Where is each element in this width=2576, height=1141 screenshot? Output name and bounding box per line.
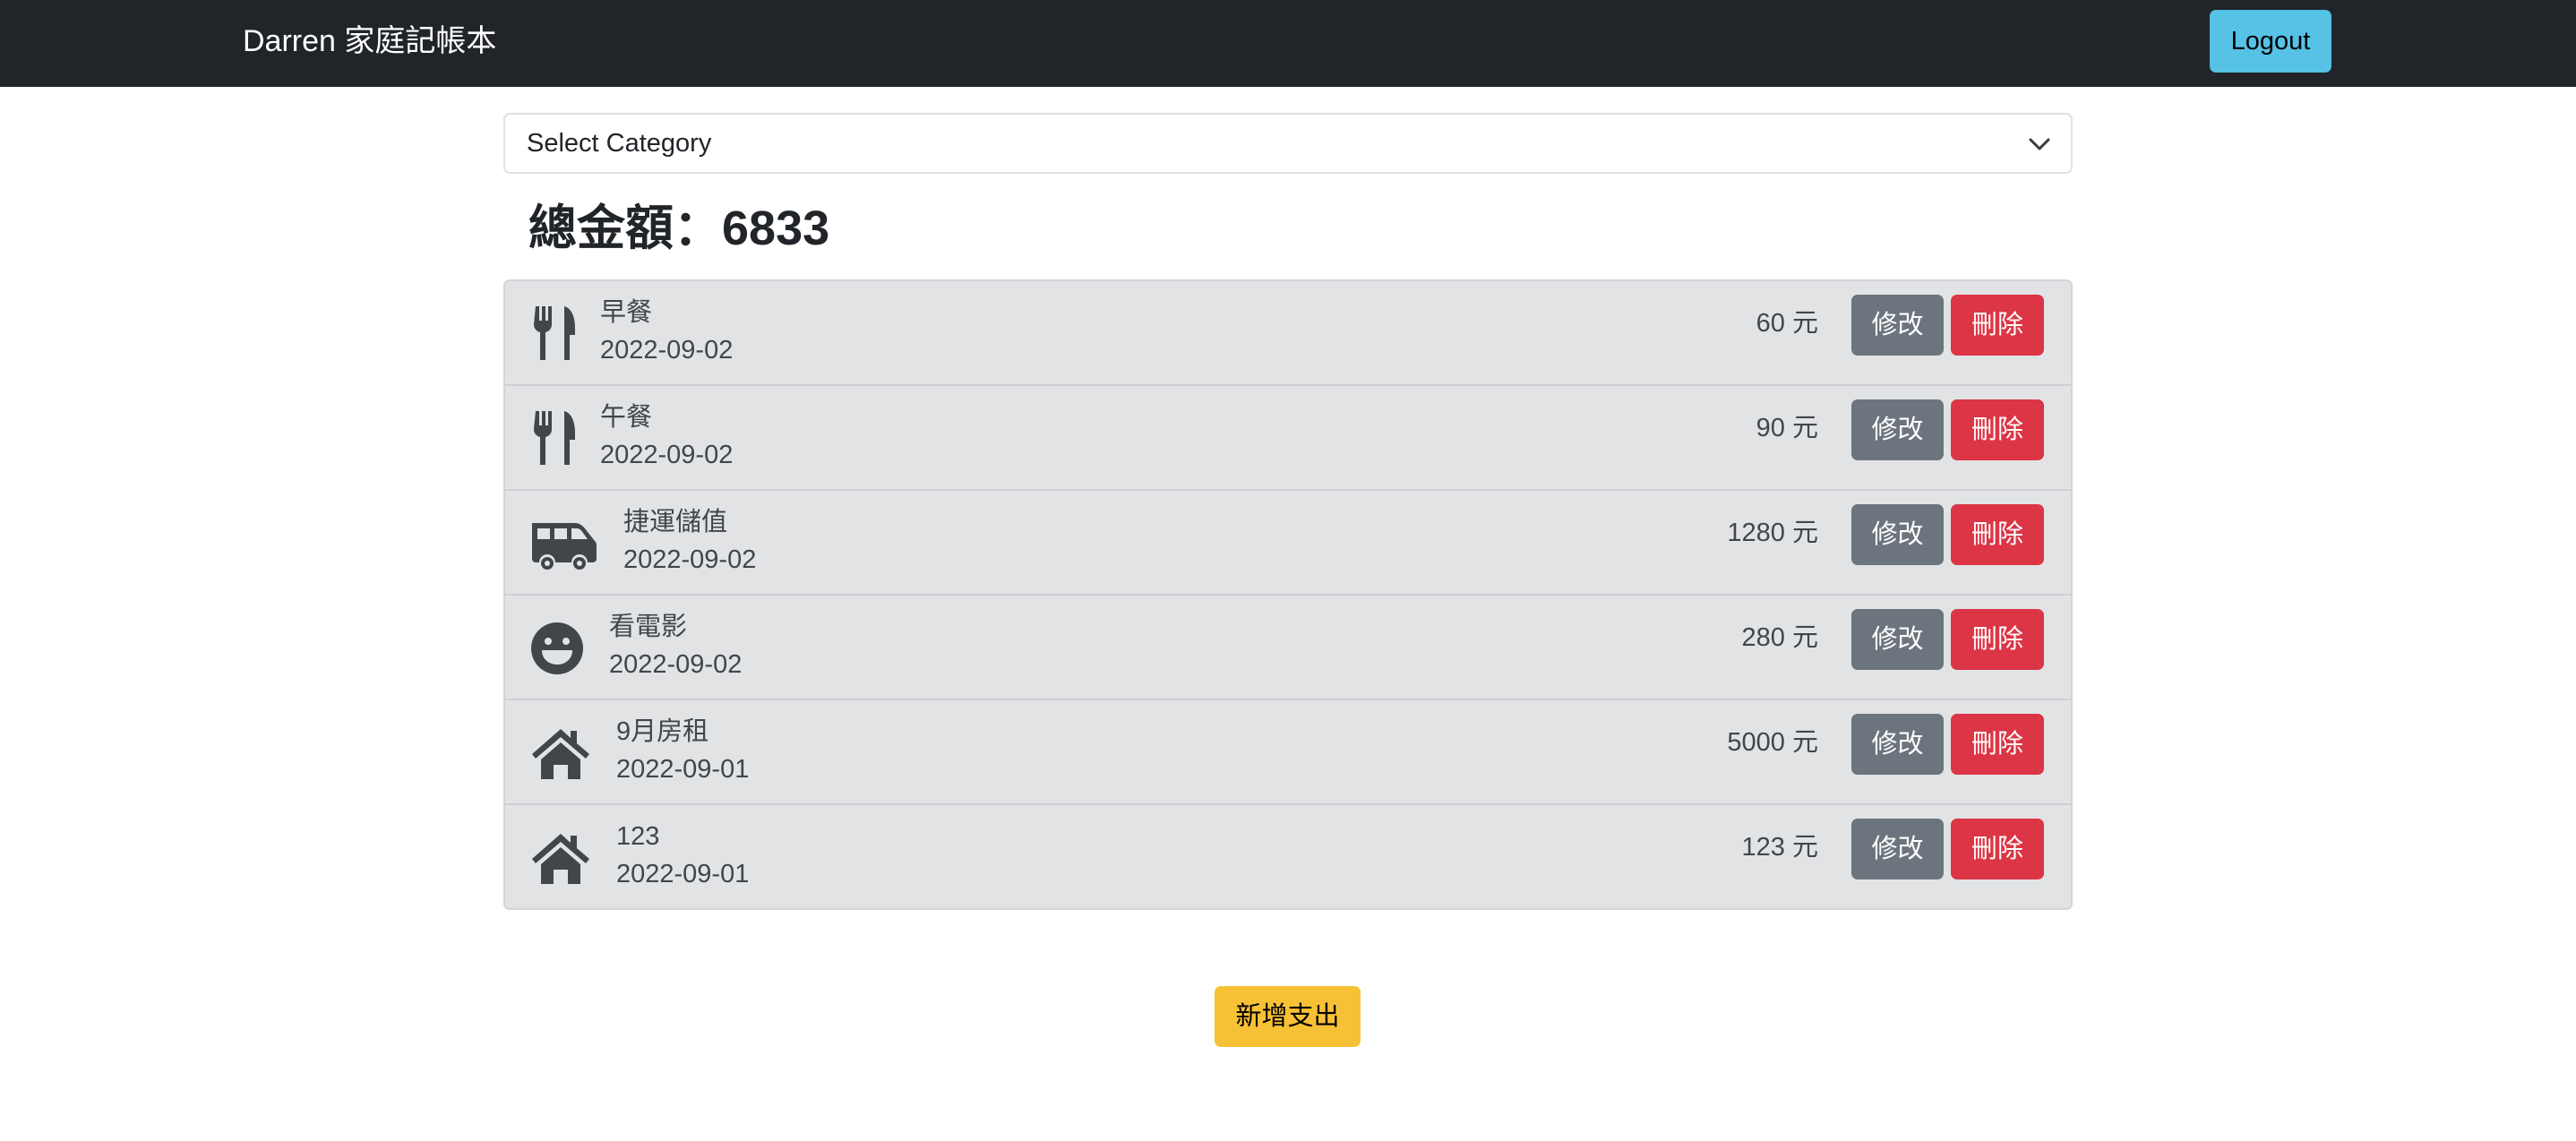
delete-button[interactable]: 刪除 [1951,609,2044,670]
delete-button[interactable]: 刪除 [1951,295,2044,356]
home-icon [530,724,598,781]
expense-list: 早餐 2022-09-02 60 元 修改 刪除 午餐 2022-09-02 9… [503,279,2073,910]
expense-amount: 60 元 [1756,309,1818,338]
expense-date: 2022-09-01 [616,755,750,784]
expense-date: 2022-09-01 [616,860,750,888]
edit-button[interactable]: 修改 [1851,504,1944,565]
edit-button[interactable]: 修改 [1851,819,1944,879]
logout-button[interactable]: Logout [2210,10,2331,73]
chevron-down-icon [2029,138,2050,150]
expense-amount: 5000 元 [1727,728,1818,757]
expense-amount: 90 元 [1756,414,1818,442]
delete-button[interactable]: 刪除 [1951,714,2044,775]
utensils-icon [530,305,598,362]
edit-button[interactable]: 修改 [1851,295,1944,356]
navbar: Darren 家庭記帳本 Logout [0,0,2576,87]
expense-amount: 280 元 [1741,623,1818,652]
utensils-icon [530,409,598,467]
add-expense-button[interactable]: 新增支出 [1215,986,1361,1047]
list-item: 9月房租 2022-09-01 5000 元 修改 刪除 [505,700,2071,805]
delete-button[interactable]: 刪除 [1951,504,2044,565]
category-select-value: Select Category [527,129,712,158]
expense-amount: 123 元 [1741,833,1818,862]
delete-button[interactable]: 刪除 [1951,399,2044,460]
edit-button[interactable]: 修改 [1851,399,1944,460]
list-item: 看電影 2022-09-02 280 元 修改 刪除 [505,596,2071,700]
category-select[interactable]: Select Category [503,113,2073,174]
expense-date: 2022-09-02 [600,336,734,365]
expense-date: 2022-09-02 [609,650,743,679]
list-item: 早餐 2022-09-02 60 元 修改 刪除 [505,281,2071,386]
expense-name: 看電影 [609,613,688,641]
expense-amount: 1280 元 [1727,519,1818,547]
expense-name: 早餐 [600,298,653,327]
edit-button[interactable]: 修改 [1851,714,1944,775]
total-amount: 總金額：6833 [528,202,830,255]
expense-date: 2022-09-02 [600,441,734,469]
expense-name: 9月房租 [616,717,709,746]
expense-name: 123 [616,822,660,851]
expense-name: 捷運儲值 [623,508,728,536]
list-item: 123 2022-09-01 123 元 修改 刪除 [505,805,2071,908]
list-item: 捷運儲值 2022-09-02 1280 元 修改 刪除 [505,491,2071,596]
edit-button[interactable]: 修改 [1851,609,1944,670]
smile-icon [530,619,598,676]
expense-date: 2022-09-02 [623,545,757,574]
expense-name: 午餐 [600,403,653,432]
list-item: 午餐 2022-09-02 90 元 修改 刪除 [505,386,2071,491]
home-icon [530,828,598,886]
app-brand[interactable]: Darren 家庭記帳本 [243,0,496,83]
delete-button[interactable]: 刪除 [1951,819,2044,879]
shuttle-van-icon [530,514,598,571]
